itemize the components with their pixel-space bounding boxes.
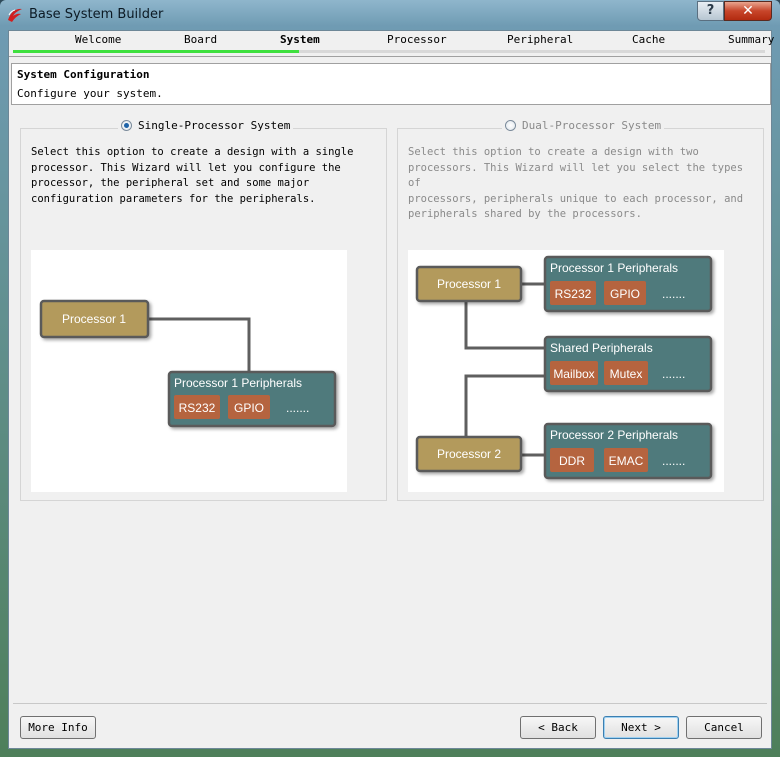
step-welcome: Welcome [75, 33, 122, 46]
wizard-window: Base System Builder ? ✕ Welcome Board Sy… [0, 0, 780, 757]
shared-peripherals-title: Shared Peripherals [550, 341, 653, 355]
more-info-button[interactable]: More Info [20, 716, 96, 739]
chip-mailbox-label: Mailbox [553, 367, 594, 381]
connector-line [148, 317, 251, 372]
single-processor-panel: Single-Processor System Select this opti… [20, 119, 387, 501]
chip-mutex-label: Mutex [610, 367, 643, 381]
window-title: Base System Builder [29, 7, 164, 22]
app-logo-icon [8, 8, 22, 22]
wizard-steps: Welcome Board System Processor Periphera… [9, 31, 775, 57]
chip-ddr-label: DDR [559, 454, 585, 468]
dual-processor-label: Dual-Processor System [522, 119, 662, 132]
dual-processor-option[interactable]: Dual-Processor System [502, 119, 665, 132]
progress-bar [13, 50, 765, 53]
step-system: System [280, 33, 320, 46]
processor-label: Processor 1 [62, 312, 126, 326]
dual-processor-panel: Dual-Processor System Select this option… [397, 119, 764, 501]
single-processor-description: Select this option to create a design wi… [31, 146, 354, 205]
help-button[interactable]: ? [697, 1, 724, 21]
step-summary: Summary [728, 33, 775, 46]
wizard-client-area: Welcome Board System Processor Periphera… [8, 30, 775, 749]
p2-peripherals-title: Processor 2 Peripherals [550, 428, 678, 442]
single-processor-radio[interactable] [121, 120, 132, 131]
step-peripheral: Peripheral [507, 33, 574, 46]
dual-processor-description: Select this option to create a design wi… [408, 146, 744, 220]
single-processor-label: Single-Processor System [138, 119, 291, 132]
connector-line [464, 374, 545, 437]
step-board: Board [184, 33, 218, 46]
chip-gpio-label: GPIO [610, 287, 640, 301]
page-header: System Configuration Configure your syst… [11, 63, 771, 105]
more-peripherals: ....... [662, 287, 685, 301]
chip-gpio-label: GPIO [234, 401, 264, 415]
step-processor: Processor [387, 33, 447, 46]
page-title: System Configuration [17, 68, 150, 81]
chip-rs232-label: RS232 [179, 401, 216, 415]
connector-line [464, 302, 545, 350]
peripherals-title: Processor 1 Peripherals [174, 376, 302, 390]
page-subtitle: Configure your system. [17, 87, 163, 100]
chip-rs232-label: RS232 [555, 287, 592, 301]
progress-fill [13, 50, 299, 53]
processor1-label: Processor 1 [437, 277, 501, 291]
p1-peripherals-title: Processor 1 Peripherals [550, 261, 678, 275]
dual-processor-diagram: Processor 1 Processor 1 Peripherals RS23… [408, 250, 724, 492]
dual-processor-radio[interactable] [505, 120, 516, 131]
more-peripherals: ....... [662, 454, 685, 468]
processor2-label: Processor 2 [437, 447, 501, 461]
next-button[interactable]: Next > [603, 716, 679, 739]
bottom-divider [13, 703, 767, 704]
cancel-button[interactable]: Cancel [686, 716, 762, 739]
step-cache: Cache [632, 33, 666, 46]
back-button[interactable]: < Back [520, 716, 596, 739]
chip-emac-label: EMAC [609, 454, 644, 468]
more-peripherals: ....... [662, 367, 685, 381]
close-button[interactable]: ✕ [724, 1, 772, 21]
single-processor-option[interactable]: Single-Processor System [118, 119, 294, 132]
title-bar[interactable]: Base System Builder ? ✕ [0, 0, 780, 30]
single-processor-diagram: Processor 1 Processor 1 Peripherals RS23… [31, 250, 347, 492]
more-peripherals: ....... [286, 401, 309, 415]
